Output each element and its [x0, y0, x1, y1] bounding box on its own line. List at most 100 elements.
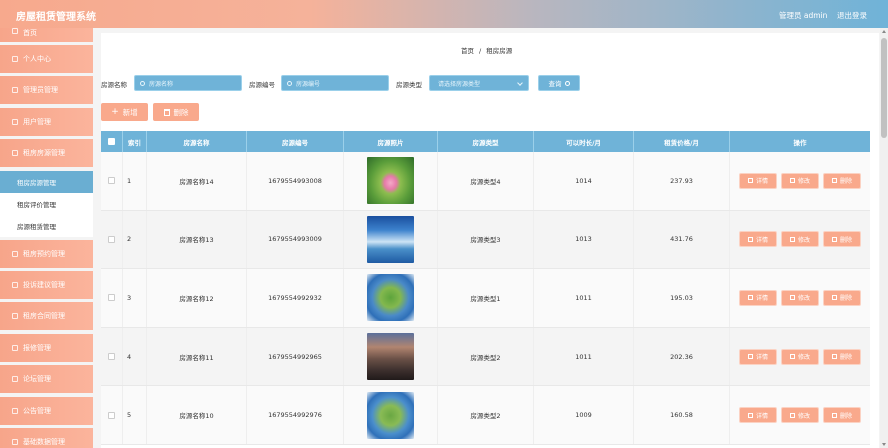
sidebar-item-users[interactable]: 用户管理 — [0, 107, 93, 136]
query-button[interactable]: 查询 — [538, 75, 580, 91]
column-header-price: 租赁价格/月 — [634, 131, 730, 152]
delete-button[interactable]: 删除 — [823, 348, 861, 365]
edit-button[interactable]: 修改 — [781, 407, 819, 424]
sidebar-subitem-rentals[interactable]: 房源租赁管理 — [0, 214, 93, 237]
edit-button[interactable]: 修改 — [781, 348, 819, 365]
chevron-down-icon — [517, 80, 523, 86]
contract-icon — [12, 313, 18, 320]
listings-table: 索引 房源名称 房源编号 房源照片 房源类型 可以时长/月 租赁价格/月 操作 … — [101, 131, 870, 445]
price-cell: 160.58 — [634, 386, 730, 444]
page-scrollbar[interactable] — [880, 28, 888, 448]
edit-label: 修改 — [797, 354, 810, 362]
delete-label: 删除 — [839, 295, 852, 303]
edit-icon — [789, 178, 795, 184]
batch-delete-button[interactable]: 删除 — [153, 103, 199, 121]
sidebar-item-base-data[interactable]: 基础数据管理 — [0, 427, 93, 448]
code-search-input[interactable]: 房源编号 — [281, 75, 389, 91]
sidebar-item-listings[interactable]: 租房房源管理 — [0, 139, 93, 168]
admin-icon — [12, 87, 18, 94]
name-cell: 房源名称10 — [147, 386, 247, 444]
detail-label: 详情 — [755, 295, 768, 303]
photo-cell — [344, 386, 438, 444]
row-checkbox[interactable] — [108, 411, 115, 419]
admin-label: 管理员 admin — [779, 11, 828, 20]
scroll-down-arrow-icon[interactable] — [882, 443, 886, 446]
lotus-photo — [367, 157, 414, 205]
sidebar-item-complaints[interactable]: 投诉建议管理 — [0, 270, 93, 299]
edit-button[interactable]: 修改 — [781, 172, 819, 189]
add-button[interactable]: + 新增 — [101, 103, 148, 121]
sidebar-item-announcements[interactable]: 公告管理 — [0, 396, 93, 425]
sidebar-item-appointments[interactable]: 租房预约管理 — [0, 239, 93, 268]
edit-label: 修改 — [797, 412, 810, 420]
add-button-label: 新增 — [122, 107, 138, 117]
select-all-checkbox[interactable] — [108, 138, 115, 145]
index-cell: 5 — [123, 386, 147, 444]
type-cell: 房源类型2 — [438, 386, 534, 444]
column-header-index: 索引 — [123, 131, 147, 152]
table-row: 1 房源名称14 1679554993008 房源类型4 1014 237.93… — [101, 152, 870, 211]
photo-cell — [344, 152, 438, 210]
breadcrumb-separator: / — [479, 47, 482, 55]
detail-button[interactable]: 详情 — [739, 289, 777, 306]
sidebar-item-repairs[interactable]: 报修管理 — [0, 333, 93, 362]
type-select-label: 房源类型 — [396, 81, 422, 89]
delete-label: 删除 — [839, 354, 852, 362]
sidebar-item-contracts[interactable]: 租房合同管理 — [0, 302, 93, 331]
detail-button[interactable]: 详情 — [739, 407, 777, 424]
detail-button[interactable]: 详情 — [739, 231, 777, 248]
edit-button[interactable]: 修改 — [781, 231, 819, 248]
photo-cell — [344, 327, 438, 386]
detail-label: 详情 — [755, 178, 768, 186]
sidebar-subitem-listings[interactable]: 租房房源管理 — [0, 170, 93, 193]
sidebar-subitem-reviews[interactable]: 租房评价管理 — [0, 192, 93, 215]
table-header: 索引 房源名称 房源编号 房源照片 房源类型 可以时长/月 租赁价格/月 操作 — [101, 131, 870, 152]
type-select[interactable]: 请选择房源类型 — [429, 75, 529, 91]
detail-button[interactable]: 详情 — [739, 172, 777, 189]
edit-icon — [789, 295, 795, 301]
name-search-input[interactable]: 房源名称 — [134, 75, 242, 91]
sidebar-item-label: 用户管理 — [23, 117, 51, 126]
scroll-thumb[interactable] — [881, 38, 887, 138]
name-cell: 房源名称11 — [147, 327, 247, 386]
delete-button[interactable]: 删除 — [823, 289, 861, 306]
breadcrumb-home[interactable]: 首页 — [461, 47, 474, 55]
name-search-label: 房源名称 — [101, 81, 127, 89]
detail-button[interactable]: 详情 — [739, 348, 777, 365]
row-checkbox[interactable] — [108, 177, 115, 185]
row-checkbox[interactable] — [108, 294, 115, 302]
actions-cell: 详情 修改 删除 — [730, 328, 870, 386]
select-all-cell — [101, 131, 123, 152]
sidebar-item-label: 首页 — [23, 29, 37, 37]
sidebar-item-admins[interactable]: 管理员管理 — [0, 76, 93, 105]
row-select-cell — [101, 210, 123, 269]
code-cell: 1679554992976 — [247, 386, 344, 444]
type-select-placeholder: 请选择房源类型 — [438, 80, 481, 88]
type-cell: 房源类型3 — [438, 210, 534, 269]
planet-photo — [367, 391, 414, 439]
trash-icon — [163, 108, 170, 116]
photo-cell — [344, 269, 438, 327]
sidebar-item-label: 个人中心 — [23, 55, 51, 63]
delete-label: 删除 — [839, 236, 852, 244]
sidebar-item-forum[interactable]: 论坛管理 — [0, 365, 93, 394]
edit-button[interactable]: 修改 — [781, 289, 819, 306]
logout-link[interactable]: 退出登录 — [837, 10, 867, 21]
delete-button[interactable]: 删除 — [823, 407, 861, 424]
search-icon — [287, 80, 292, 86]
sidebar-item-personal[interactable]: 个人中心 — [0, 45, 93, 73]
scroll-up-arrow-icon[interactable] — [882, 30, 886, 33]
sidebar-item-home[interactable]: 首页 — [0, 28, 93, 42]
column-header-photo: 房源照片 — [344, 131, 438, 152]
price-cell: 237.93 — [634, 152, 730, 210]
delete-button[interactable]: 删除 — [823, 172, 861, 189]
delete-button[interactable]: 删除 — [823, 231, 861, 248]
row-checkbox[interactable] — [108, 353, 115, 361]
message-icon — [12, 281, 18, 288]
row-checkbox[interactable] — [108, 235, 115, 243]
column-header-type: 房源类型 — [438, 131, 534, 152]
sidebar-item-label: 租房房源管理 — [23, 149, 65, 158]
search-icon — [564, 80, 570, 86]
sidebar-item-label: 基础数据管理 — [23, 437, 65, 446]
house-icon — [12, 150, 18, 157]
